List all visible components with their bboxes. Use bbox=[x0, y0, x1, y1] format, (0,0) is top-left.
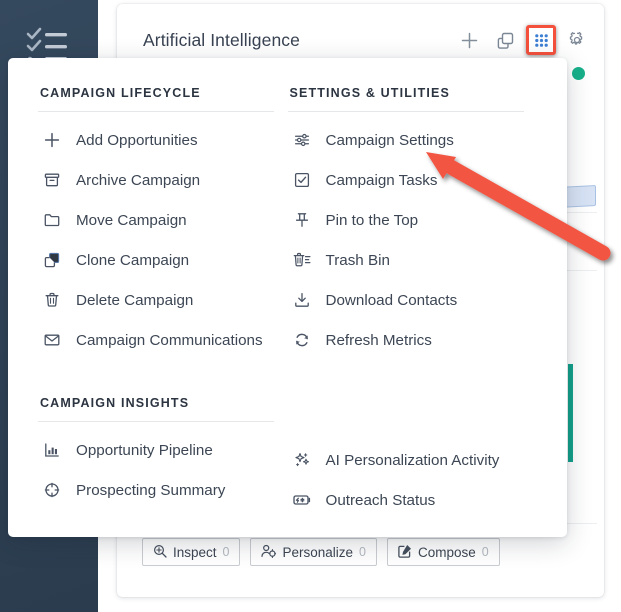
menu-item-opportunity-pipeline[interactable]: Opportunity Pipeline bbox=[38, 430, 288, 470]
menu-item-label: Outreach Status bbox=[325, 491, 436, 509]
header-actions bbox=[454, 25, 592, 55]
action-chip-row: Inspect 0 Personalize 0 Compose 0 bbox=[142, 538, 500, 566]
menu-item-label: Campaign Settings bbox=[325, 131, 454, 149]
menu-item-download-contacts[interactable]: Download Contacts bbox=[288, 280, 538, 320]
section-right-extra: AI Personalization Activity Outreach Sta… bbox=[288, 440, 538, 520]
bar-chart-icon bbox=[42, 440, 62, 460]
envelope-icon bbox=[42, 330, 62, 350]
menu-item-label: Campaign Tasks bbox=[325, 171, 438, 189]
section-title: CAMPAIGN LIFECYCLE bbox=[40, 86, 201, 100]
menu-item-campaign-tasks[interactable]: Campaign Tasks bbox=[288, 160, 538, 200]
edit-square-icon bbox=[398, 544, 412, 561]
download-icon bbox=[292, 290, 312, 310]
page-title: Artificial Intelligence bbox=[143, 29, 300, 50]
accent-bar bbox=[568, 364, 573, 462]
personalize-count: 0 bbox=[359, 545, 366, 559]
compose-button[interactable]: Compose 0 bbox=[386, 538, 500, 566]
personalize-button[interactable]: Personalize 0 bbox=[250, 538, 377, 566]
menu-item-campaign-settings[interactable]: Campaign Settings bbox=[288, 120, 538, 160]
menu-column-left: CAMPAIGN LIFECYCLE Add Opportunities Arc… bbox=[38, 86, 288, 537]
outreach-icon bbox=[292, 490, 312, 510]
menu-item-label: Archive Campaign bbox=[76, 171, 201, 189]
inspect-label: Inspect bbox=[173, 544, 217, 560]
personalize-label: Personalize bbox=[282, 544, 354, 560]
menu-item-label: Opportunity Pipeline bbox=[76, 441, 213, 459]
inspect-button[interactable]: Inspect 0 bbox=[142, 538, 241, 566]
menu-item-label: Refresh Metrics bbox=[325, 331, 432, 349]
clone-icon bbox=[42, 250, 62, 270]
section-campaign-lifecycle: CAMPAIGN LIFECYCLE Add Opportunities Arc… bbox=[38, 86, 288, 360]
menu-item-label: Download Contacts bbox=[325, 291, 458, 309]
section-title: SETTINGS & UTILITIES bbox=[289, 86, 451, 100]
plus-icon bbox=[42, 130, 62, 150]
magnifier-plus-icon bbox=[153, 544, 167, 561]
menu-item-move-campaign[interactable]: Move Campaign bbox=[38, 200, 288, 240]
section-title: CAMPAIGN INSIGHTS bbox=[40, 396, 190, 410]
sparkle-icon bbox=[292, 450, 312, 470]
menu-item-label: Add Opportunities bbox=[76, 131, 198, 149]
section-rule bbox=[38, 421, 274, 422]
menu-item-refresh-metrics[interactable]: Refresh Metrics bbox=[288, 320, 538, 360]
menu-item-pin-to-the-top[interactable]: Pin to the Top bbox=[288, 200, 538, 240]
crosshair-icon bbox=[42, 480, 62, 500]
compose-count: 0 bbox=[481, 545, 489, 559]
duplicate-icon[interactable] bbox=[490, 25, 520, 55]
menu-item-trash-bin[interactable]: Trash Bin bbox=[288, 240, 538, 280]
section-campaign-insights: CAMPAIGN INSIGHTS Opportunity Pipeline P… bbox=[38, 396, 288, 510]
menu-item-prospecting-summary[interactable]: Prospecting Summary bbox=[38, 470, 288, 510]
section-rule bbox=[38, 111, 274, 112]
sliders-icon bbox=[292, 130, 312, 150]
menu-item-label: Pin to the Top bbox=[325, 211, 419, 229]
gear-icon[interactable] bbox=[562, 25, 592, 55]
checkbox-icon bbox=[292, 170, 312, 190]
campaign-actions-dropdown: CAMPAIGN LIFECYCLE Add Opportunities Arc… bbox=[8, 58, 567, 537]
menu-list: Opportunity Pipeline Prospecting Summary bbox=[38, 430, 288, 510]
archive-icon bbox=[42, 170, 62, 190]
trash-lines-icon bbox=[292, 250, 312, 270]
refresh-icon bbox=[292, 330, 312, 350]
menu-item-delete-campaign[interactable]: Delete Campaign bbox=[38, 280, 288, 320]
menu-item-outreach-status[interactable]: Outreach Status bbox=[288, 480, 538, 520]
menu-item-label: AI Personalization Activity bbox=[325, 451, 500, 469]
menu-column-right: SETTINGS & UTILITIES Campaign Settings C… bbox=[287, 86, 538, 537]
menu-item-label: Campaign Communications bbox=[76, 331, 263, 349]
menu-item-label: Delete Campaign bbox=[76, 291, 194, 309]
compose-label: Compose bbox=[417, 544, 476, 560]
trash-icon bbox=[42, 290, 62, 310]
menu-item-clone-campaign[interactable]: Clone Campaign bbox=[38, 240, 288, 280]
section-rule bbox=[287, 111, 524, 112]
grid-menu-icon[interactable] bbox=[526, 25, 556, 55]
menu-item-label: Prospecting Summary bbox=[76, 481, 226, 499]
add-icon[interactable] bbox=[454, 25, 484, 55]
section-settings-utilities: SETTINGS & UTILITIES Campaign Settings C… bbox=[287, 86, 538, 360]
status-dot bbox=[572, 67, 585, 80]
user-gear-icon bbox=[261, 544, 277, 561]
menu-list: Campaign Settings Campaign Tasks Pin to … bbox=[288, 120, 538, 360]
screen: Artificial Intelligence Inspect 0 Person… bbox=[0, 0, 621, 612]
menu-item-ai-personalization-activity[interactable]: AI Personalization Activity bbox=[288, 440, 538, 480]
menu-list: Add Opportunities Archive Campaign Move … bbox=[38, 120, 288, 360]
menu-item-archive-campaign[interactable]: Archive Campaign bbox=[38, 160, 288, 200]
menu-item-add-opportunities[interactable]: Add Opportunities bbox=[38, 120, 288, 160]
menu-item-campaign-communications[interactable]: Campaign Communications bbox=[38, 320, 288, 360]
inspect-count: 0 bbox=[222, 545, 230, 559]
pin-icon bbox=[292, 210, 312, 230]
menu-list: AI Personalization Activity Outreach Sta… bbox=[288, 440, 538, 520]
menu-item-label: Move Campaign bbox=[76, 211, 187, 229]
menu-item-label: Trash Bin bbox=[325, 251, 390, 269]
folder-icon bbox=[42, 210, 62, 230]
menu-item-label: Clone Campaign bbox=[76, 251, 190, 269]
